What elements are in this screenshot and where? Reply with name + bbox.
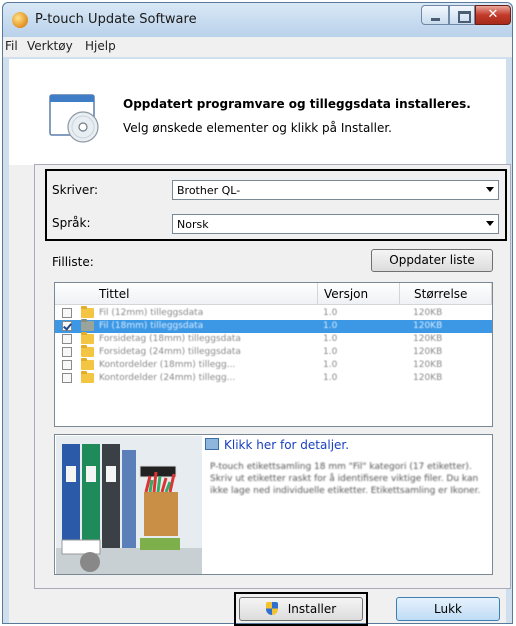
row-checkbox[interactable] (62, 373, 72, 383)
close-icon: ✕ (487, 7, 499, 22)
folder-icon (81, 319, 94, 331)
row-checkbox[interactable] (62, 360, 72, 370)
chevron-down-icon (486, 187, 494, 192)
row-checkbox[interactable] (62, 321, 72, 331)
folder-icon (81, 306, 94, 318)
maximize-button[interactable] (449, 5, 475, 25)
row-checkbox[interactable] (62, 347, 72, 357)
cell-size: 120KB (413, 334, 443, 344)
column-size[interactable]: Størrelse (400, 283, 492, 305)
chevron-down-icon (486, 221, 494, 226)
language-label: Språk: (52, 216, 91, 230)
cell-title: Kontordelder (18mm) tillegg... (99, 360, 236, 370)
shield-icon (265, 602, 278, 615)
language-value: Norsk (177, 218, 209, 231)
details-description: P-touch etikettsamling 18 mm "Fil" kateg… (210, 462, 481, 496)
header-subtitle: Velg ønskede elementer og klikk på Insta… (123, 121, 392, 135)
cell-title: Forsidetag (18mm) tilleggsdata (99, 334, 241, 344)
cell-size: 120KB (413, 308, 443, 318)
install-button[interactable]: Installer (239, 597, 363, 621)
info-window-icon (205, 438, 219, 450)
menu-tools[interactable]: Verktøy (27, 39, 73, 53)
details-link[interactable]: Klikk her for detaljer. (205, 438, 349, 452)
header-title: Oppdatert programvare og tilleggsdata in… (123, 97, 471, 111)
printer-label: Skriver: (52, 183, 99, 197)
column-title[interactable]: Tittel (55, 283, 318, 305)
update-list-button[interactable]: Oppdater liste (371, 249, 493, 272)
cell-title: Forsidetag (24mm) tilleggsdata (99, 347, 241, 357)
detail-panel: Klikk her for detaljer. P-touch etiketts… (54, 434, 493, 575)
table-row[interactable]: Kontordelder (24mm) tillegg... 1.0 120KB (55, 371, 492, 385)
row-checkbox[interactable] (62, 334, 72, 344)
cell-size: 120KB (413, 347, 443, 357)
cell-size: 120KB (413, 373, 443, 383)
cell-version: 1.0 (323, 334, 338, 344)
close-button[interactable]: Lukk (396, 597, 500, 621)
cd-install-icon (49, 94, 99, 143)
filelist-label: Filliste: (52, 255, 94, 269)
install-label: Installer (287, 602, 337, 616)
cell-size: 120KB (413, 360, 443, 370)
cell-version: 1.0 (323, 373, 338, 383)
cell-title: Fil (12mm) tilleggsdata (99, 308, 204, 318)
folder-icon (81, 345, 94, 357)
file-list: Tittel Versjon Størrelse Fil (12mm) till… (54, 282, 493, 427)
row-checkbox[interactable] (62, 308, 72, 318)
printer-value: Brother QL- (177, 184, 241, 197)
table-row[interactable]: Forsidetag (18mm) tilleggsdata 1.0 120KB (55, 332, 492, 346)
cell-version: 1.0 (323, 321, 338, 331)
folder-icon (81, 332, 94, 344)
menu-bar: Fil Verktøy Hjelp (3, 37, 512, 57)
menu-file[interactable]: Fil (5, 39, 18, 53)
table-row[interactable]: Fil (12mm) tilleggsdata 1.0 120KB (55, 306, 492, 320)
column-version[interactable]: Versjon (318, 283, 400, 305)
cell-version: 1.0 (323, 308, 338, 318)
header-panel: Oppdatert programvare og tilleggsdata in… (9, 59, 506, 165)
table-row[interactable]: Fil (18mm) tilleggsdata 1.0 120KB (55, 319, 492, 333)
dialog-body: Oppdatert programvare og tilleggsdata in… (9, 59, 511, 626)
cell-title: Fil (18mm) tilleggsdata (99, 321, 204, 331)
close-window-button[interactable]: ✕ (475, 5, 511, 25)
cell-title: Kontordelder (24mm) tillegg... (99, 373, 236, 383)
printer-select[interactable]: Brother QL- (172, 180, 499, 200)
app-icon (12, 12, 28, 28)
table-row[interactable]: Kontordelder (18mm) tillegg... 1.0 120KB (55, 358, 492, 372)
title-bar: P-touch Update Software ✕ (3, 3, 512, 37)
window-title: P-touch Update Software (35, 12, 197, 27)
cell-size: 120KB (413, 321, 443, 331)
menu-help[interactable]: Hjelp (85, 39, 116, 53)
cell-version: 1.0 (323, 360, 338, 370)
minimize-button[interactable] (421, 5, 449, 25)
folder-icon (81, 358, 94, 370)
table-row[interactable]: Forsidetag (24mm) tilleggsdata 1.0 120KB (55, 345, 492, 359)
cell-version: 1.0 (323, 347, 338, 357)
app-window: P-touch Update Software ✕ Fil Verktøy Hj… (2, 2, 513, 626)
details-link-text: Klikk her for detaljer. (224, 438, 350, 452)
folder-icon (81, 371, 94, 383)
product-photo (56, 436, 202, 574)
language-select[interactable]: Norsk (172, 214, 499, 234)
